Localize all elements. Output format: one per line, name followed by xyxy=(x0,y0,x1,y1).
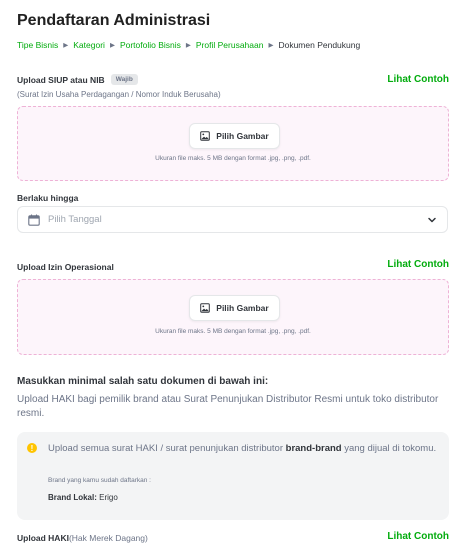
page-title: Pendaftaran Administrasi xyxy=(17,12,211,29)
image-icon xyxy=(200,131,211,141)
haki-label-note: (Hak Merek Dagang) xyxy=(68,533,148,543)
valid-until-label: Berlaku hingga xyxy=(17,193,79,203)
image-icon xyxy=(200,303,211,313)
chevron-right-icon: ▶ xyxy=(63,42,69,49)
min-docs-description: Upload HAKI bagi pemilik brand atau Sura… xyxy=(17,394,439,419)
breadcrumb-profil-perusahaan[interactable]: Profil Perusahaan xyxy=(196,40,264,50)
siup-example-link[interactable]: Lihat Contoh xyxy=(387,74,449,85)
chevron-right-icon: ▶ xyxy=(268,42,274,49)
breadcrumb: Tipe Bisnis ▶ Kategori ▶ Portofolio Bisn… xyxy=(17,40,360,50)
izin-pick-image-button[interactable]: Pilih Gambar xyxy=(189,295,280,321)
registered-brand: Brand Lokal: Erigo xyxy=(48,493,118,502)
siup-pick-image-label: Pilih Gambar xyxy=(216,131,269,141)
breadcrumb-portofolio-bisnis[interactable]: Portofolio Bisnis xyxy=(120,40,181,50)
siup-dropzone[interactable]: Pilih Gambar Ukuran file maks. 5 MB deng… xyxy=(17,106,449,181)
valid-until-date-picker[interactable]: Pilih Tanggal xyxy=(17,206,448,233)
izin-label: Upload Izin Operasional xyxy=(17,262,114,272)
chevron-right-icon: ▶ xyxy=(109,42,115,49)
registered-brands-caption: Brand yang kamu sudah daftarkan : xyxy=(48,477,151,484)
info-text-suffix: yang dijual di tokomu. xyxy=(341,443,437,454)
info-text: Upload semua surat HAKI / surat penunjuk… xyxy=(48,442,438,456)
izin-pick-image-label: Pilih Gambar xyxy=(216,303,269,313)
breadcrumb-dokumen-pendukung: Dokumen Pendukung xyxy=(278,40,361,50)
siup-label-text: Upload SIUP atau NIB xyxy=(17,74,105,85)
valid-until-placeholder: Pilih Tanggal xyxy=(48,214,102,225)
brand-value: Erigo xyxy=(96,493,118,502)
izin-dropzone[interactable]: Pilih Gambar Ukuran file maks. 5 MB deng… xyxy=(17,279,449,355)
breadcrumb-kategori[interactable]: Kategori xyxy=(73,40,105,50)
izin-example-link[interactable]: Lihat Contoh xyxy=(387,259,449,270)
calendar-icon xyxy=(28,214,40,226)
chevron-down-icon[interactable] xyxy=(427,215,437,225)
info-text-prefix: Upload semua surat HAKI / surat penunjuk… xyxy=(48,443,286,454)
min-docs-title: Masukkan minimal salah satu dokumen di b… xyxy=(17,376,269,387)
siup-file-hint: Ukuran file maks. 5 MB dengan format .jp… xyxy=(155,155,311,162)
haki-label-text: Upload HAKI xyxy=(17,533,69,543)
izin-file-hint: Ukuran file maks. 5 MB dengan format .jp… xyxy=(155,328,311,335)
required-badge: Wajib xyxy=(110,74,138,85)
haki-label: Upload HAKI (Hak Merek Dagang) xyxy=(17,533,148,543)
chevron-right-icon: ▶ xyxy=(185,42,191,49)
siup-subtext: (Surat Izin Usaha Perdagangan / Nomor In… xyxy=(17,90,221,99)
breadcrumb-tipe-bisnis[interactable]: Tipe Bisnis xyxy=(17,40,58,50)
info-box: ! Upload semua surat HAKI / surat penunj… xyxy=(17,432,449,520)
info-text-bold: brand-brand xyxy=(285,443,342,454)
siup-label: Upload SIUP atau NIB Wajib xyxy=(17,74,138,85)
info-icon: ! xyxy=(27,443,37,453)
haki-example-link[interactable]: Lihat Contoh xyxy=(387,531,449,542)
siup-pick-image-button[interactable]: Pilih Gambar xyxy=(189,123,280,149)
brand-label: Brand Lokal: xyxy=(48,493,97,502)
